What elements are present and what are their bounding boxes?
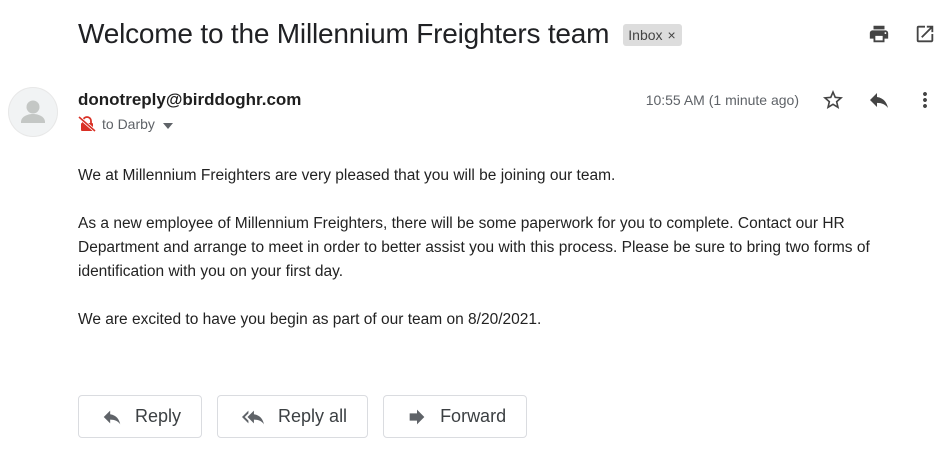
inbox-label-chip[interactable]: Inbox × [623, 24, 682, 46]
reply-all-button-label: Reply all [278, 406, 348, 426]
open-in-new-window-icon[interactable] [913, 22, 937, 46]
email-subject: Welcome to the Millennium Freighters tea… [78, 18, 610, 49]
message-body: We at Millennium Freighters are very ple… [78, 164, 923, 356]
reply-button-label: Reply [135, 406, 182, 426]
person-icon [21, 100, 45, 123]
sender-email[interactable]: donotreply@birddoghr.com [78, 90, 301, 110]
unencrypted-lock-icon[interactable] [78, 116, 96, 132]
forward-button-label: Forward [440, 406, 507, 426]
reply-actions: Reply Reply all Forward [78, 395, 528, 438]
email-view: Welcome to the Millennium Freighters tea… [0, 0, 951, 460]
sender-block: donotreply@birddoghr.com to Darby [78, 90, 301, 132]
message-timestamp[interactable]: 10:55 AM (1 minute ago) [646, 92, 799, 108]
forward-icon [406, 406, 428, 428]
sender-avatar[interactable] [8, 87, 58, 137]
reply-all-icon [240, 406, 266, 428]
reply-icon [101, 406, 123, 428]
recipient-text: to Darby [102, 116, 155, 132]
forward-button[interactable]: Forward [383, 395, 528, 438]
reply-icon[interactable] [867, 88, 891, 112]
more-vertical-icon[interactable] [913, 88, 937, 112]
star-icon[interactable] [821, 88, 845, 112]
top-actions [867, 22, 937, 46]
remove-label-button[interactable]: × [668, 27, 676, 43]
caret-down-icon[interactable] [162, 116, 173, 132]
recipient-row: to Darby [78, 116, 301, 132]
message-paragraph: We are excited to have you begin as part… [78, 311, 542, 328]
message-paragraph: As a new employee of Millennium Freighte… [78, 215, 870, 280]
print-icon[interactable] [867, 22, 891, 46]
reply-button[interactable]: Reply [78, 395, 203, 438]
subject-row: Welcome to the Millennium Freighters tea… [78, 14, 931, 54]
message-paragraph: We at Millennium Freighters are very ple… [78, 167, 616, 184]
label-chip-text: Inbox [628, 27, 663, 43]
message-meta: 10:55 AM (1 minute ago) [646, 88, 937, 112]
reply-all-button[interactable]: Reply all [217, 395, 369, 438]
